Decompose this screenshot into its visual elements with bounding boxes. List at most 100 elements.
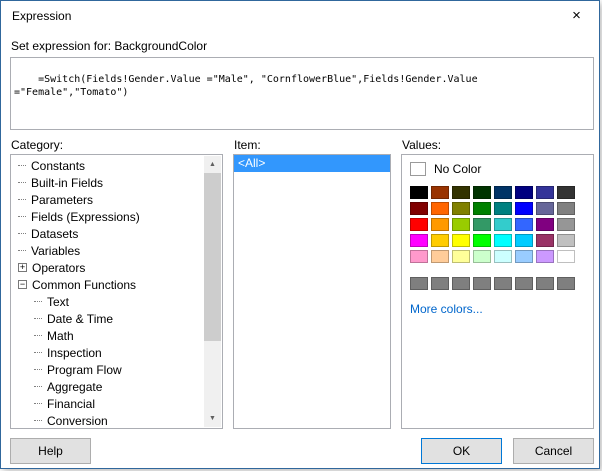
color-swatch[interactable] [557, 218, 575, 231]
tree-connector [34, 369, 42, 371]
ok-button[interactable]: OK [421, 438, 502, 464]
tree-item[interactable]: Variables [14, 243, 203, 260]
expression-input[interactable]: =Switch(Fields!Gender.Value ="Male", "Co… [10, 57, 594, 130]
color-swatch[interactable] [473, 202, 491, 215]
color-swatch[interactable] [452, 186, 470, 199]
color-swatch[interactable] [410, 218, 428, 231]
color-palette [410, 186, 575, 263]
color-swatch[interactable] [494, 234, 512, 247]
color-swatch[interactable] [557, 234, 575, 247]
color-swatch[interactable] [515, 277, 533, 290]
cancel-button[interactable]: Cancel [513, 438, 594, 464]
color-swatch[interactable] [536, 186, 554, 199]
tree-item-label: Datasets [31, 227, 79, 241]
no-color-option[interactable]: No Color [410, 162, 481, 176]
tree-item[interactable]: Program Flow [14, 362, 203, 379]
color-swatch[interactable] [515, 250, 533, 263]
tree-item[interactable]: Text [14, 294, 203, 311]
tree-item[interactable]: Financial [14, 396, 203, 413]
tree-connector [18, 199, 26, 201]
item-list: <All> [233, 154, 391, 429]
tree-item[interactable]: Date & Time [14, 311, 203, 328]
more-colors-link[interactable]: More colors... [410, 302, 483, 316]
category-label: Category: [11, 138, 64, 152]
color-swatch[interactable] [515, 186, 533, 199]
color-swatch[interactable] [431, 277, 449, 290]
tree-connector [34, 318, 42, 320]
color-swatch[interactable] [452, 234, 470, 247]
values-box: No Color More colors... [401, 154, 594, 429]
tree-item[interactable]: Constants [14, 158, 203, 175]
color-swatch[interactable] [494, 202, 512, 215]
tree-item[interactable]: Parameters [14, 192, 203, 209]
tree-item[interactable]: Math [14, 328, 203, 345]
color-swatch[interactable] [410, 277, 428, 290]
tree-item-label: Date & Time [47, 312, 114, 326]
tree-item[interactable]: + Operators [14, 260, 203, 277]
tree-item[interactable]: Built-in Fields [14, 175, 203, 192]
color-swatch[interactable] [410, 234, 428, 247]
collapse-icon[interactable]: − [18, 280, 27, 290]
tree-item-label: Text [47, 295, 70, 309]
tree-item[interactable]: − Common Functions [14, 277, 203, 294]
color-swatch[interactable] [410, 250, 428, 263]
tree-connector [18, 216, 26, 218]
tree-item-label: Program Flow [47, 363, 122, 377]
color-swatch[interactable] [536, 218, 554, 231]
color-swatch[interactable] [494, 186, 512, 199]
color-swatch[interactable] [557, 186, 575, 199]
color-swatch[interactable] [431, 250, 449, 263]
color-swatch[interactable] [431, 218, 449, 231]
item-list-row[interactable]: <All> [234, 155, 390, 172]
color-swatch[interactable] [431, 186, 449, 199]
color-swatch[interactable] [515, 202, 533, 215]
category-scrollbar[interactable]: ▲ ▼ [204, 156, 221, 427]
color-swatch[interactable] [473, 277, 491, 290]
color-swatch[interactable] [473, 186, 491, 199]
tree-connector [18, 165, 26, 167]
values-label: Values: [402, 138, 442, 152]
color-swatch[interactable] [473, 218, 491, 231]
close-icon[interactable]: × [554, 1, 599, 31]
help-button[interactable]: Help [10, 438, 91, 464]
tree-item[interactable]: Aggregate [14, 379, 203, 396]
color-swatch[interactable] [536, 250, 554, 263]
color-swatch[interactable] [515, 234, 533, 247]
tree-item[interactable]: Datasets [14, 226, 203, 243]
expand-icon[interactable]: + [18, 263, 27, 273]
color-swatch[interactable] [515, 218, 533, 231]
color-swatch[interactable] [536, 202, 554, 215]
color-swatch[interactable] [452, 250, 470, 263]
color-swatch[interactable] [473, 250, 491, 263]
color-swatch[interactable] [494, 218, 512, 231]
color-swatch[interactable] [557, 277, 575, 290]
tree-item[interactable]: Inspection [14, 345, 203, 362]
tree-connector [34, 420, 42, 422]
scrollbar-thumb[interactable] [204, 173, 221, 341]
color-swatch[interactable] [536, 234, 554, 247]
color-swatch[interactable] [410, 186, 428, 199]
color-swatch[interactable] [494, 277, 512, 290]
tree-connector [34, 335, 42, 337]
color-swatch[interactable] [431, 234, 449, 247]
tree-item[interactable]: Conversion [14, 413, 203, 426]
tree-item-label: Built-in Fields [31, 176, 104, 190]
titlebar[interactable]: Expression × [1, 1, 599, 31]
tree-connector [34, 352, 42, 354]
color-swatch[interactable] [557, 250, 575, 263]
color-swatch[interactable] [452, 202, 470, 215]
color-swatch[interactable] [473, 234, 491, 247]
color-swatch[interactable] [410, 202, 428, 215]
scrollbar-down-icon[interactable]: ▼ [204, 410, 221, 427]
window-title: Expression [12, 9, 72, 23]
tree-item[interactable]: Fields (Expressions) [14, 209, 203, 226]
color-swatch[interactable] [452, 277, 470, 290]
color-swatch[interactable] [452, 218, 470, 231]
color-swatch[interactable] [557, 202, 575, 215]
color-swatch[interactable] [494, 250, 512, 263]
color-swatch[interactable] [431, 202, 449, 215]
scrollbar-up-icon[interactable]: ▲ [204, 156, 221, 173]
color-swatch[interactable] [536, 277, 554, 290]
tree-item-label: Operators [32, 261, 86, 275]
category-tree: Constants Built-in Fields Parameters Fields… [14, 158, 203, 426]
